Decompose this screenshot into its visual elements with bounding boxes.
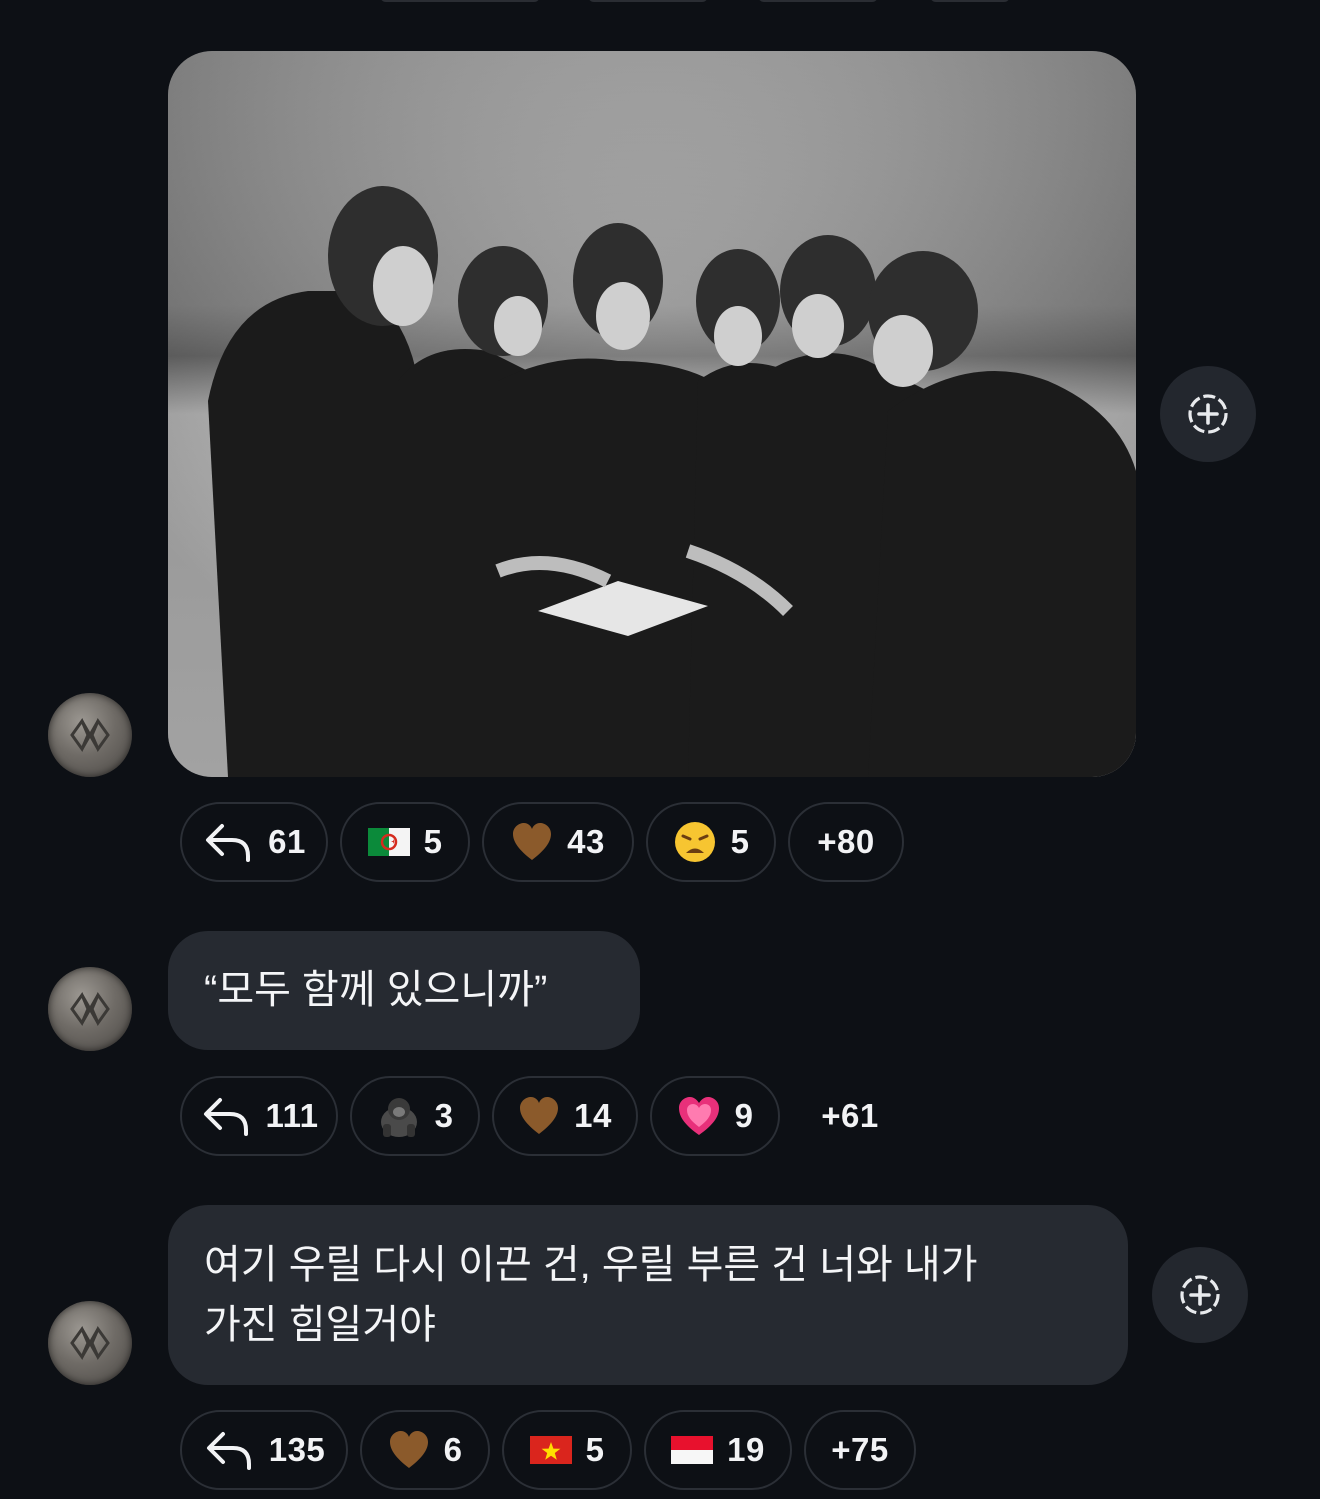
reply-count: 61: [268, 823, 306, 860]
reaction-count: 3: [434, 1097, 454, 1134]
avatar[interactable]: [48, 1301, 132, 1385]
reaction-button[interactable]: 19: [644, 1410, 792, 1490]
more-reactions-count: +75: [831, 1431, 889, 1468]
avatar[interactable]: [48, 967, 132, 1051]
more-reactions-button[interactable]: +75: [804, 1410, 916, 1490]
reaction-button[interactable]: 3: [350, 1076, 480, 1156]
reaction-count: 9: [734, 1097, 754, 1134]
reply-count-button[interactable]: 135: [180, 1410, 348, 1490]
message-bubble[interactable]: “모두 함께 있으니까”: [168, 931, 640, 1050]
reaction-count: 5: [585, 1431, 605, 1468]
photo-content: [168, 51, 1136, 777]
brown-heart-icon: [513, 823, 552, 860]
more-reactions-button[interactable]: +80: [788, 802, 904, 882]
add-reaction-button[interactable]: [1160, 366, 1256, 462]
add-reaction-icon: [1188, 394, 1228, 434]
growing-heart-icon: [678, 1097, 719, 1135]
message-photo[interactable]: [168, 51, 1136, 777]
reply-count-button[interactable]: 61: [180, 802, 328, 882]
reaction-count: 5: [730, 823, 750, 860]
exo-logo-icon: [70, 991, 110, 1027]
reaction-count: 43: [567, 823, 605, 860]
exo-logo-icon: [70, 717, 110, 753]
add-reaction-button[interactable]: [1152, 1247, 1248, 1343]
gorilla-icon: [380, 1098, 417, 1137]
more-reactions-button[interactable]: +61: [792, 1076, 908, 1156]
reaction-button[interactable]: 5: [502, 1410, 632, 1490]
reaction-count: 5: [423, 823, 443, 860]
reply-count-button[interactable]: 111: [180, 1076, 338, 1156]
reaction-button[interactable]: 6: [360, 1410, 490, 1490]
reaction-count: 6: [443, 1431, 463, 1468]
reply-count: 135: [268, 1431, 326, 1468]
more-reactions-count: +61: [821, 1097, 879, 1134]
avatar[interactable]: [48, 693, 132, 777]
previous-reactions-edge: [0, 0, 1320, 4]
message-text-line-1: 여기 우릴 다시 이끈 건, 우릴 부른 건 너와 내가: [204, 1243, 978, 1287]
exo-logo-icon: [70, 1325, 110, 1361]
reaction-button[interactable]: 5: [646, 802, 776, 882]
reaction-button[interactable]: 14: [492, 1076, 638, 1156]
message-text: “모두 함께 있으니까”: [204, 968, 548, 1012]
vietnam-flag-icon: [529, 1436, 572, 1464]
brown-heart-icon: [389, 1431, 428, 1468]
reaction-count: 14: [574, 1097, 612, 1134]
message-text-line-2: 가진 힘일거야: [204, 1303, 436, 1347]
algeria-flag-icon: [367, 828, 410, 856]
reply-icon: [203, 1098, 248, 1136]
reaction-button[interactable]: 9: [650, 1076, 780, 1156]
reply-icon: [206, 1432, 251, 1470]
indonesia-flag-icon: [671, 1436, 714, 1464]
reaction-count: 19: [727, 1431, 765, 1468]
reaction-button[interactable]: 5: [340, 802, 470, 882]
more-reactions-count: +80: [817, 823, 875, 860]
reply-count: 111: [265, 1097, 319, 1134]
message-bubble[interactable]: 여기 우릴 다시 이끈 건, 우릴 부른 건 너와 내가 가진 힘일거야: [168, 1205, 1128, 1385]
add-reaction-icon: [1180, 1275, 1220, 1315]
reply-icon: [206, 824, 251, 862]
brown-heart-icon: [520, 1097, 559, 1134]
reaction-button[interactable]: 43: [482, 802, 634, 882]
weary-face-icon: [674, 822, 715, 862]
